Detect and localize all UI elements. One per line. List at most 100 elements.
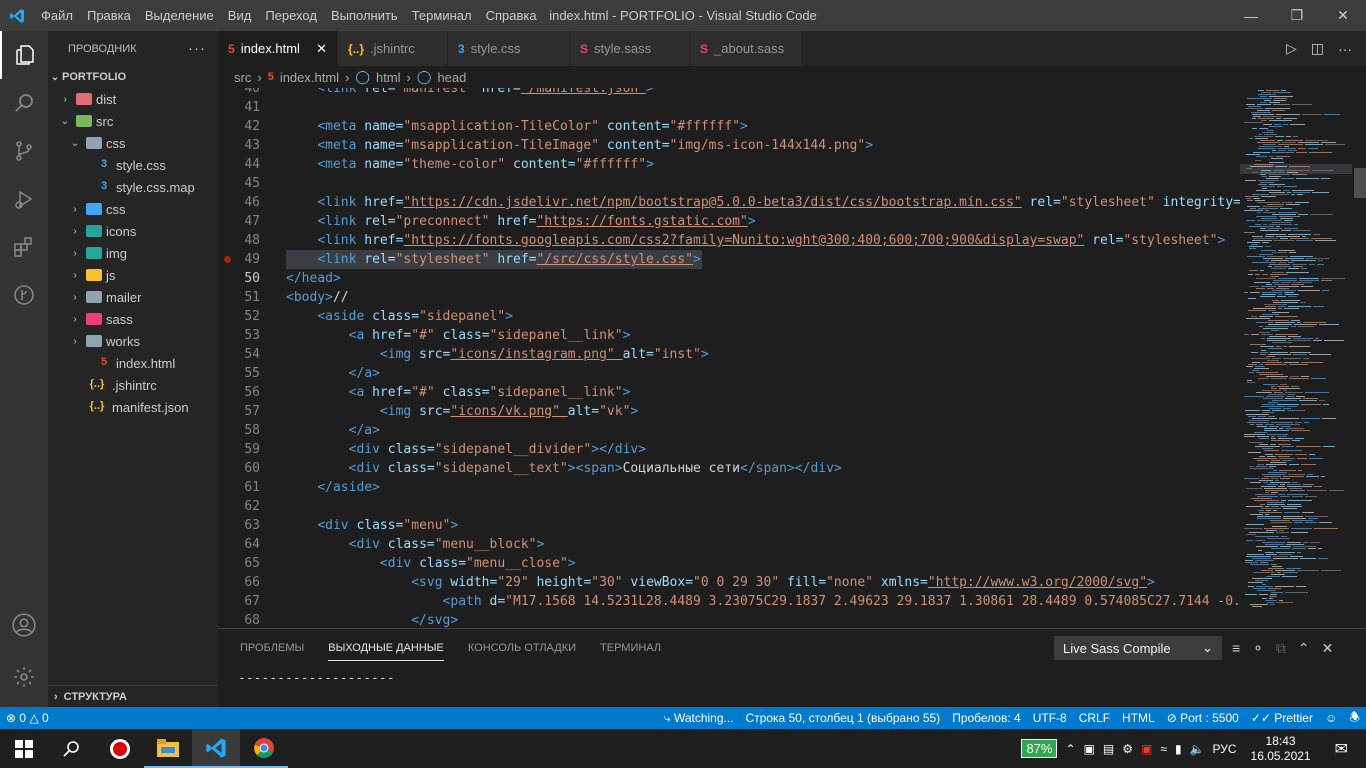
tree-item[interactable]: › icons	[48, 220, 218, 242]
code-line[interactable]: 55 </a>	[218, 364, 1240, 383]
code-line[interactable]: 54 <img src="icons/instagram.png" alt="i…	[218, 345, 1240, 364]
menu-help[interactable]: Справка	[479, 8, 544, 23]
scrollbar-thumb[interactable]	[1354, 168, 1366, 198]
tree-item[interactable]: › css	[48, 198, 218, 220]
panel-tab[interactable]: ВЫХОДНЫЕ ДАННЫЕ	[328, 642, 444, 661]
maximize-panel-icon[interactable]: ⌃	[1298, 640, 1310, 657]
cursor-position[interactable]: Строка 50, столбец 1 (выбрано 55)	[740, 711, 947, 725]
code-line[interactable]: 40 <link rel="manifest" href="/manifest.…	[218, 88, 1240, 98]
breadcrumb-item[interactable]: html	[376, 70, 401, 85]
code-line[interactable]: 64 <div class="menu__block">	[218, 535, 1240, 554]
code-line[interactable]: 43 <meta name="msapplication-TileImage" …	[218, 136, 1240, 155]
code-line[interactable]: 50 </head>	[218, 269, 1240, 288]
outline-section[interactable]: › СТРУКТУРА	[48, 685, 218, 707]
tree-item[interactable]: {..} manifest.json	[48, 396, 218, 418]
notification-center-icon[interactable]: ✉	[1325, 739, 1358, 759]
file-explorer-icon[interactable]	[144, 729, 192, 768]
tree-item[interactable]: {..} .jshintrc	[48, 374, 218, 396]
notifications-bell-icon[interactable]: 🕭	[1343, 708, 1366, 729]
panel-tab[interactable]: ТЕРМИНАЛ	[600, 642, 661, 654]
code-line[interactable]: 53 <a href="#" class="sidepanel__link">	[218, 326, 1240, 345]
tab-style-sass[interactable]: Sstyle.sass	[570, 31, 690, 66]
breadcrumb-item[interactable]: index.html	[280, 70, 339, 85]
code-line[interactable]: 61 </aside>	[218, 478, 1240, 497]
encoding[interactable]: UTF-8	[1027, 711, 1073, 725]
tree-item[interactable]: › works	[48, 330, 218, 352]
close-tab-icon[interactable]: ✕	[316, 41, 327, 57]
code-line[interactable]: 41	[218, 98, 1240, 117]
extensions-icon[interactable]	[0, 223, 48, 271]
problems-status[interactable]: ⊗ 0 △ 0	[0, 711, 55, 725]
run-debug-icon[interactable]	[0, 175, 48, 223]
minimize-icon[interactable]: —	[1228, 0, 1274, 31]
split-editor-icon[interactable]: ◫	[1311, 40, 1324, 57]
live-server-port[interactable]: ⊘ Port : 5500	[1161, 711, 1245, 725]
clock[interactable]: 18:43 16.05.2021	[1245, 734, 1317, 764]
lock-icon[interactable]: ⚬	[1252, 640, 1264, 657]
feedback-icon[interactable]: ☺	[1319, 711, 1343, 725]
source-control-icon[interactable]	[0, 127, 48, 175]
battery-icon[interactable]: ▮	[1175, 742, 1182, 756]
code-line[interactable]: 52 <aside class="sidepanel">	[218, 307, 1240, 326]
record-app-icon[interactable]	[96, 729, 144, 768]
breadcrumb-item[interactable]: src	[234, 70, 251, 85]
tree-item[interactable]: ⌄ css	[48, 132, 218, 154]
menu-edit[interactable]: Правка	[80, 8, 138, 23]
code-line[interactable]: 57 <img src="icons/vk.png" alt="vk">	[218, 402, 1240, 421]
language-indicator[interactable]: РУС	[1213, 742, 1237, 756]
chrome-icon[interactable]	[240, 729, 288, 768]
menu-selection[interactable]: Выделение	[138, 8, 221, 23]
menu-terminal[interactable]: Терминал	[405, 8, 479, 23]
tree-item[interactable]: ⌄ src	[48, 110, 218, 132]
code-line[interactable]: 67 <path d="M17.1568 14.5231L28.4489 3.2…	[218, 592, 1240, 611]
tree-item[interactable]: › dist	[48, 88, 218, 110]
menu-file[interactable]: Файл	[34, 8, 80, 23]
run-icon[interactable]: ▷	[1286, 40, 1297, 57]
tray-show-hidden-icon[interactable]: ⌃	[1065, 742, 1075, 756]
volume-icon[interactable]: 🔈	[1190, 742, 1205, 756]
settings-gear-icon[interactable]	[0, 653, 48, 701]
vertical-scrollbar[interactable]	[1352, 88, 1366, 628]
code-line[interactable]: 68 </svg>	[218, 611, 1240, 628]
tree-item[interactable]: 3 style.css	[48, 154, 218, 176]
code-line[interactable]: 42 <meta name="msapplication-TileColor" …	[218, 117, 1240, 136]
code-line[interactable]: 48 <link href="https://fonts.googleapis.…	[218, 231, 1240, 250]
panel-tab[interactable]: ПРОБЛЕМЫ	[240, 642, 304, 654]
restore-icon[interactable]: ❐	[1274, 0, 1320, 31]
code-line[interactable]: 60 <div class="sidepanel__text"><span>Со…	[218, 459, 1240, 478]
code-line[interactable]: 63 <div class="menu">	[218, 516, 1240, 535]
vscode-taskbar-icon[interactable]	[192, 729, 240, 768]
more-actions-icon[interactable]: ···	[1338, 41, 1352, 57]
end-of-line[interactable]: CRLF	[1073, 711, 1116, 725]
copy-icon[interactable]: ⧉	[1276, 640, 1286, 657]
code-line[interactable]: 51 <body>//	[218, 288, 1240, 307]
tree-item[interactable]: › js	[48, 264, 218, 286]
tab-about-sass[interactable]: S _about.sass	[690, 31, 802, 66]
tree-item[interactable]: › sass	[48, 308, 218, 330]
tree-item[interactable]: 5 index.html	[48, 352, 218, 374]
language-mode[interactable]: HTML	[1116, 711, 1161, 725]
code-line[interactable]: 45	[218, 174, 1240, 193]
code-line[interactable]: 58 </a>	[218, 421, 1240, 440]
clear-output-icon[interactable]: ≡	[1232, 640, 1240, 656]
code-line[interactable]: 59 <div class="sidepanel__divider"></div…	[218, 440, 1240, 459]
tree-root[interactable]: ⌄ PORTFOLIO	[48, 66, 218, 88]
close-icon[interactable]: ✕	[1320, 0, 1366, 31]
live-sass-watching[interactable]: ⤷ Watching...	[658, 711, 740, 726]
menu-view[interactable]: Вид	[221, 8, 259, 23]
account-icon[interactable]	[0, 601, 48, 649]
tree-item[interactable]: 3 style.css.map	[48, 176, 218, 198]
code-line[interactable]: 46 <link href="https://cdn.jsdelivr.net/…	[218, 193, 1240, 212]
more-actions-icon[interactable]: ···	[188, 40, 206, 57]
tree-item[interactable]: › mailer	[48, 286, 218, 308]
output-channel-select[interactable]: Live Sass Compile ⌄	[1054, 636, 1222, 660]
code-line[interactable]: 66 <svg width="29" height="30" viewBox="…	[218, 573, 1240, 592]
panel-tab[interactable]: КОНСОЛЬ ОТЛАДКИ	[468, 642, 576, 654]
search-icon[interactable]	[0, 79, 48, 127]
code-line[interactable]: 56 <a href="#" class="sidepanel__link">	[218, 383, 1240, 402]
code-editor[interactable]: 40 <link rel="manifest" href="/manifest.…	[218, 88, 1240, 628]
search-icon[interactable]	[48, 729, 96, 768]
tray-app-icon[interactable]: ▣	[1084, 742, 1095, 756]
minimap[interactable]	[1240, 88, 1352, 628]
code-line[interactable]: 49 <link rel="stylesheet" href="/src/css…	[218, 250, 1240, 269]
